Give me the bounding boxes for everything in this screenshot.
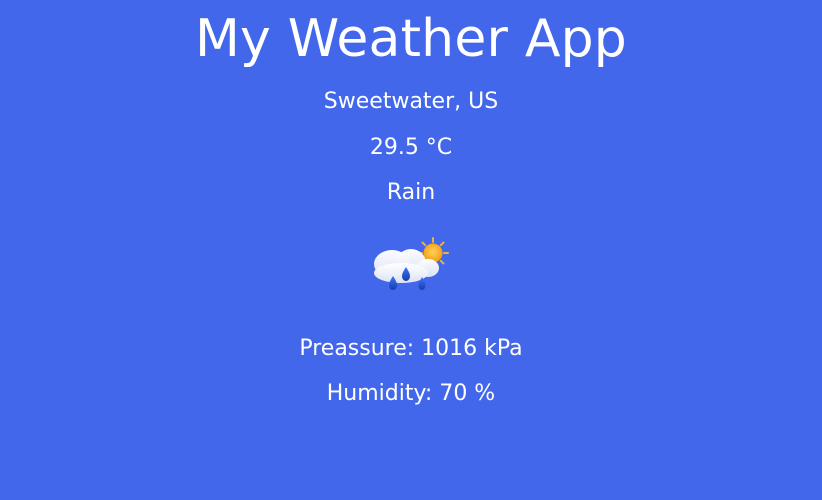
rain-sun-cloud-icon [370,235,452,295]
temperature-text: 29.5 °C [369,135,453,160]
app-title: My Weather App [194,9,628,69]
pressure-text: Preassure: 1016 kPa [299,336,523,361]
humidity-text: Humidity: 70 % [326,381,496,406]
location-text: Sweetwater, US [323,89,499,114]
weather-description: Rain [386,180,436,205]
weather-app: My Weather App Sweetwater, US 29.5 °C Ra… [0,0,822,500]
